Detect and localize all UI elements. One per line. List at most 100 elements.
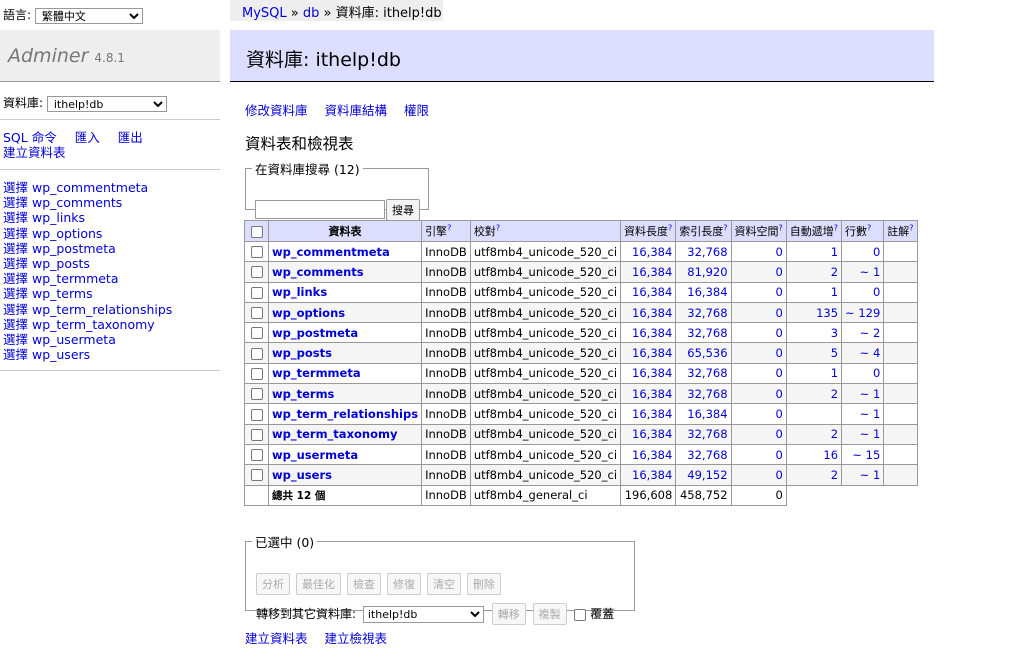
auto-increment-link[interactable]: 1 xyxy=(831,245,838,259)
row-select-cell[interactable] xyxy=(244,423,269,445)
sql-command-link[interactable]: SQL 命令 xyxy=(3,130,57,145)
index-length-link[interactable]: 32,768 xyxy=(687,448,727,462)
auto-increment-link[interactable]: 1 xyxy=(831,366,838,380)
data-free-link[interactable]: 0 xyxy=(775,306,782,320)
data-length-link[interactable]: 16,384 xyxy=(632,387,672,401)
data-free-link[interactable]: 0 xyxy=(775,448,782,462)
database-select[interactable]: ithelp!db xyxy=(46,95,167,112)
select-table-link[interactable]: 選擇 wp_termmeta xyxy=(3,271,172,286)
header-collation[interactable]: 校對? xyxy=(469,220,622,242)
row-checkbox[interactable] xyxy=(250,408,263,421)
row-select-cell[interactable] xyxy=(244,240,269,263)
row-checkbox[interactable] xyxy=(250,327,263,340)
data-free-link[interactable]: 0 xyxy=(775,326,782,340)
data-length-link[interactable]: 16,384 xyxy=(632,407,672,421)
privileges-link[interactable]: 權限 xyxy=(404,103,429,118)
create-view-link[interactable]: 建立檢視表 xyxy=(325,631,388,646)
table-name-link[interactable]: wp_posts xyxy=(272,346,332,360)
auto-increment-link[interactable]: 135 xyxy=(816,306,838,320)
table-name-link[interactable]: wp_users xyxy=(272,468,332,482)
index-length-link[interactable]: 32,768 xyxy=(687,366,727,380)
import-link[interactable]: 匯入 xyxy=(75,130,100,145)
row-select-cell[interactable] xyxy=(244,362,269,385)
auto-increment-link[interactable]: 2 xyxy=(831,427,838,441)
index-length-link[interactable]: 32,768 xyxy=(687,427,727,441)
rows-link[interactable]: ~ 1 xyxy=(860,468,881,482)
header-name[interactable]: 資料表 xyxy=(267,220,423,242)
search-button[interactable]: 搜尋 xyxy=(386,199,420,221)
export-link[interactable]: 匯出 xyxy=(118,130,143,145)
optimize-button[interactable]: 最佳化 xyxy=(295,573,341,595)
rows-link[interactable]: ~ 1 xyxy=(860,387,881,401)
rows-link[interactable]: 0 xyxy=(873,366,880,380)
repair-button[interactable]: 修復 xyxy=(386,573,421,595)
auto-increment-link[interactable]: 2 xyxy=(831,468,838,482)
index-length-link[interactable]: 49,152 xyxy=(687,468,727,482)
index-length-link[interactable]: 65,536 xyxy=(687,346,727,360)
table-name-link[interactable]: wp_postmeta xyxy=(272,326,358,340)
rows-link[interactable]: ~ 1 xyxy=(860,427,881,441)
data-length-link[interactable]: 16,384 xyxy=(632,468,672,482)
table-name-link[interactable]: wp_termmeta xyxy=(272,366,361,380)
row-select-cell[interactable] xyxy=(244,383,269,405)
select-all-cell[interactable] xyxy=(244,220,269,242)
table-name-link[interactable]: wp_usermeta xyxy=(272,448,358,462)
data-free-link[interactable]: 0 xyxy=(775,346,782,360)
table-name-link[interactable]: wp_term_taxonomy xyxy=(272,427,397,441)
index-length-link[interactable]: 32,768 xyxy=(687,326,727,340)
select-table-link[interactable]: 選擇 wp_links xyxy=(3,210,172,225)
select-table-link[interactable]: 選擇 wp_usermeta xyxy=(3,332,172,347)
row-select-cell[interactable] xyxy=(244,301,269,324)
move-button[interactable]: 轉移 xyxy=(491,603,526,625)
select-table-link[interactable]: 選擇 wp_commentmeta xyxy=(3,180,172,195)
row-checkbox[interactable] xyxy=(250,449,263,462)
alter-database-link[interactable]: 修改資料庫 xyxy=(245,103,308,118)
help-icon[interactable]: ? xyxy=(496,223,500,232)
select-all-checkbox[interactable] xyxy=(250,225,263,238)
rows-link[interactable]: ~ 129 xyxy=(845,306,880,320)
row-checkbox[interactable] xyxy=(250,246,263,259)
breadcrumb-mysql[interactable]: MySQL xyxy=(242,6,287,21)
auto-increment-link[interactable]: 16 xyxy=(823,448,838,462)
drop-button[interactable]: 刪除 xyxy=(466,573,501,595)
header-rows[interactable]: 行數? xyxy=(841,220,885,242)
data-length-link[interactable]: 16,384 xyxy=(632,366,672,380)
help-icon[interactable]: ? xyxy=(834,223,838,232)
data-free-link[interactable]: 0 xyxy=(775,387,782,401)
data-length-link[interactable]: 16,384 xyxy=(632,326,672,340)
data-length-link[interactable]: 16,384 xyxy=(632,265,672,279)
data-free-link[interactable]: 0 xyxy=(775,285,782,299)
data-length-link[interactable]: 16,384 xyxy=(632,245,672,259)
rows-link[interactable]: ~ 15 xyxy=(852,448,880,462)
rows-link[interactable]: ~ 1 xyxy=(860,407,881,421)
row-checkbox[interactable] xyxy=(250,286,263,299)
database-schema-link[interactable]: 資料庫結構 xyxy=(325,103,388,118)
auto-increment-link[interactable]: 1 xyxy=(831,285,838,299)
rows-link[interactable]: ~ 2 xyxy=(860,326,881,340)
row-select-cell[interactable] xyxy=(244,443,269,466)
data-length-link[interactable]: 16,384 xyxy=(632,427,672,441)
data-length-link[interactable]: 16,384 xyxy=(632,346,672,360)
index-length-link[interactable]: 16,384 xyxy=(687,407,727,421)
select-table-link[interactable]: 選擇 wp_terms xyxy=(3,286,172,301)
breadcrumb-db[interactable]: db xyxy=(303,6,320,21)
create-table-link[interactable]: 建立資料表 xyxy=(245,631,308,646)
index-length-link[interactable]: 81,920 xyxy=(687,265,727,279)
data-free-link[interactable]: 0 xyxy=(775,407,782,421)
help-icon[interactable]: ? xyxy=(447,223,451,232)
data-length-link[interactable]: 16,384 xyxy=(632,285,672,299)
table-name-link[interactable]: wp_commentmeta xyxy=(272,245,390,259)
select-table-link[interactable]: 選擇 wp_options xyxy=(3,226,172,241)
move-target-select[interactable]: ithelp!db xyxy=(362,606,484,623)
table-name-link[interactable]: wp_links xyxy=(272,285,327,299)
data-length-link[interactable]: 16,384 xyxy=(632,448,672,462)
data-free-link[interactable]: 0 xyxy=(775,366,782,380)
table-name-link[interactable]: wp_comments xyxy=(272,265,364,279)
index-length-link[interactable]: 32,768 xyxy=(687,387,727,401)
table-name-link[interactable]: wp_options xyxy=(272,306,345,320)
brand-link[interactable]: Adminer xyxy=(8,45,88,67)
overwrite-checkbox[interactable] xyxy=(574,608,587,621)
check-button[interactable]: 檢查 xyxy=(346,573,381,595)
select-table-link[interactable]: 選擇 wp_posts xyxy=(3,256,172,271)
table-name-link[interactable]: wp_terms xyxy=(272,387,334,401)
